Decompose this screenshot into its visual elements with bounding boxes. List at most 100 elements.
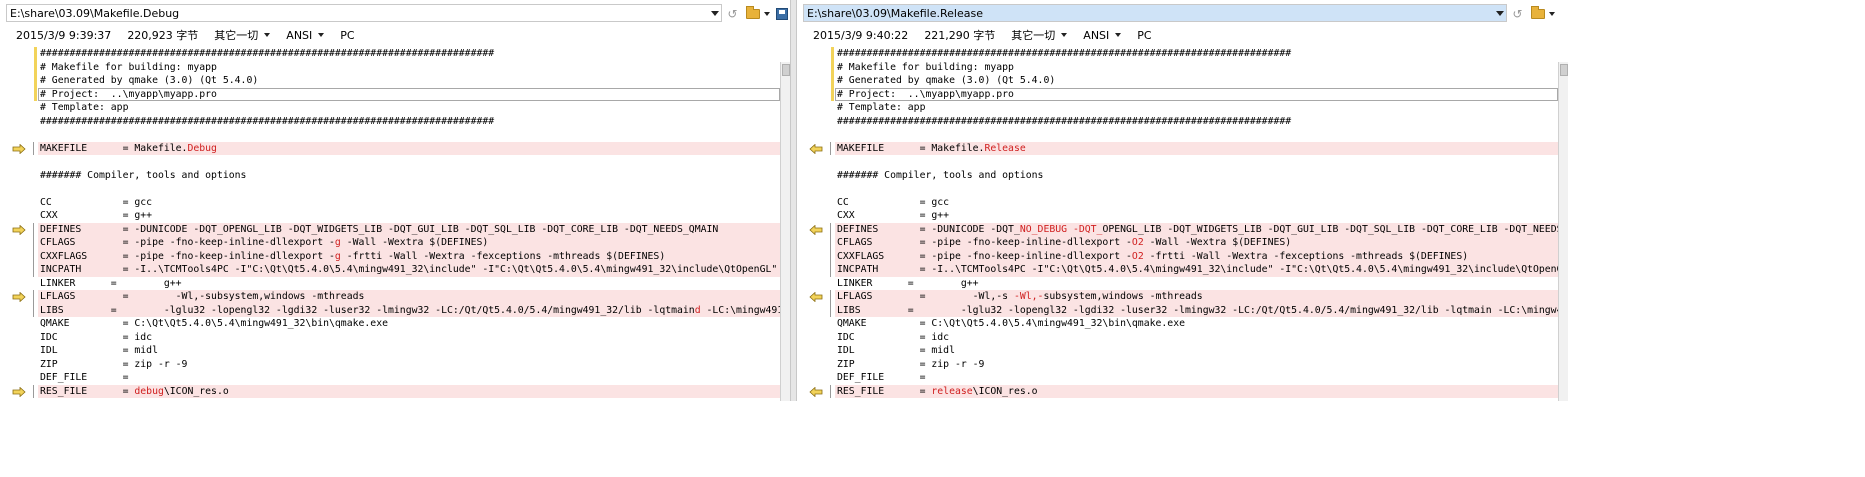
diff-arrow-icon[interactable] — [12, 143, 26, 154]
right-path-dropdown-icon[interactable] — [1496, 11, 1504, 16]
right-gutter — [797, 47, 835, 401]
diff-arrow-icon[interactable] — [809, 386, 823, 397]
code-text: RES_FILE = — [837, 385, 932, 397]
code-line: INCPATH = -I..\TCMTools4PC -I"C:\Qt\Qt5.… — [835, 263, 1558, 277]
code-text: # Project: ..\myapp\myapp.pro — [40, 88, 217, 100]
code-text: DEF_FILE = — [40, 372, 129, 383]
gutter-line — [0, 358, 38, 372]
diff-arrow-icon[interactable] — [809, 224, 823, 235]
code-line: LIBS = -lglu32 -lopengl32 -lgdi32 -luser… — [835, 303, 1558, 317]
code-text: IDL = midl — [837, 345, 955, 356]
left-encoding-dropdown[interactable]: ANSI — [286, 29, 325, 42]
diff-arrow-icon[interactable] — [809, 292, 823, 302]
left-toolbar: ↺ — [724, 6, 790, 22]
left-save-button[interactable] — [773, 6, 790, 22]
code-line: LINKER = g++ — [38, 277, 780, 291]
right-path-combobox[interactable]: E:\share\03.09\Makefile.Release — [803, 4, 1507, 22]
left-filter-dropdown[interactable]: 其它一切 — [214, 27, 271, 43]
gutter-line — [0, 47, 38, 61]
right-encoding-dropdown[interactable]: ANSI — [1083, 29, 1122, 42]
left-open-folder-button[interactable] — [744, 6, 761, 22]
code-text: QMAKE = C:\Qt\Qt5.4.0\5.4\mingw491_32\bi… — [837, 318, 1185, 329]
code-text: ########################################… — [40, 48, 495, 59]
gutter-line — [797, 141, 835, 155]
diff-arrow-icon[interactable] — [12, 386, 26, 397]
gutter-line — [797, 115, 835, 129]
code-text: RES_FILE = — [40, 385, 135, 397]
gutter-line — [797, 169, 835, 183]
diff-highlight: debug — [134, 385, 164, 397]
code-text: LIBS = -lglu32 -lopengl32 -lgdi32 -luser… — [40, 304, 695, 316]
left-scroll-thumb[interactable] — [782, 64, 790, 76]
code-text: CC = gcc — [40, 196, 153, 208]
pane-splitter[interactable] — [790, 0, 797, 401]
gutter-line — [797, 358, 835, 372]
code-line: MAKEFILE = Makefile.Release — [835, 141, 1558, 155]
code-line: ####### Compiler, tools and options — [835, 169, 1558, 183]
gutter-line — [797, 331, 835, 345]
gutter-line — [797, 128, 835, 142]
code-text-rest: -Wall -Wextra $(DEFINES) — [340, 237, 489, 248]
change-marker-bar — [34, 87, 37, 101]
right-toolbar: ↺ — [1509, 6, 1555, 22]
left-vertical-scrollbar[interactable] — [780, 62, 790, 401]
code-line: ZIP = zip -r -9 — [38, 358, 780, 372]
code-text: ZIP = zip -r -9 — [40, 358, 188, 370]
gutter-line — [797, 277, 835, 291]
left-lineend: PC — [340, 28, 355, 42]
gutter-line — [0, 303, 38, 317]
gutter-line — [797, 344, 835, 358]
code-text: # Makefile for building: myapp — [837, 61, 1014, 73]
gutter-line — [0, 384, 38, 398]
save-icon — [775, 8, 788, 20]
gutter-line — [797, 101, 835, 115]
gutter-line — [0, 128, 38, 142]
gutter-line — [0, 277, 38, 291]
left-path-dropdown-icon[interactable] — [711, 11, 719, 16]
gutter-line — [0, 344, 38, 358]
code-line: CFLAGS = -pipe -fno-keep-inline-dllexpor… — [38, 236, 780, 250]
gutter-line — [0, 101, 38, 115]
right-scroll-thumb[interactable] — [1560, 64, 1568, 76]
gutter-line — [0, 74, 38, 88]
code-line: # Template: app — [38, 101, 780, 115]
right-open-dropdown-icon[interactable] — [1549, 12, 1555, 16]
code-text: IDL = midl — [40, 345, 158, 356]
gutter-line — [0, 222, 38, 236]
code-text: CXXFLAGS = -pipe -fno-keep-inline-dllexp… — [40, 250, 335, 262]
code-text: CXX = g++ — [40, 210, 153, 221]
right-open-folder-button[interactable] — [1529, 6, 1546, 22]
code-line: INCPATH = -I..\TCMTools4PC -I"C:\Qt\Qt5.… — [38, 263, 780, 277]
right-vertical-scrollbar[interactable] — [1558, 62, 1568, 401]
code-text: DEFINES = -DUNICODE -DQT_ — [837, 223, 1020, 235]
code-line: CFLAGS = -pipe -fno-keep-inline-dllexpor… — [835, 236, 1558, 250]
code-text: CXXFLAGS = -pipe -fno-keep-inline-dllexp… — [837, 250, 1132, 262]
diff-highlight: -Wl,- — [1013, 291, 1044, 302]
code-line: # Generated by qmake (3.0) (Qt 5.4.0) — [38, 74, 780, 88]
left-content: ########################################… — [0, 47, 790, 401]
gutter-line — [797, 371, 835, 385]
code-line: QMAKE = C:\Qt\Qt5.4.0\5.4\mingw491_32\bi… — [38, 317, 780, 331]
left-code-view[interactable]: ########################################… — [38, 47, 780, 401]
left-path-combobox[interactable]: E:\share\03.09\Makefile.Debug — [6, 4, 722, 22]
left-undo-icon[interactable]: ↺ — [724, 6, 741, 22]
gutter-line — [0, 371, 38, 385]
code-text-rest: \ICON_res.o — [163, 385, 229, 397]
right-undo-icon[interactable]: ↺ — [1509, 6, 1526, 22]
code-text: CFLAGS = -pipe -fno-keep-inline-dllexpor… — [837, 237, 1132, 248]
diff-arrow-icon[interactable] — [12, 224, 26, 235]
code-line: CC = gcc — [835, 196, 1558, 210]
right-filter-dropdown[interactable]: 其它一切 — [1011, 27, 1068, 43]
code-line: ########################################… — [38, 47, 780, 61]
code-text: QMAKE = C:\Qt\Qt5.4.0\5.4\mingw491_32\bi… — [40, 318, 388, 329]
gutter-line — [797, 74, 835, 88]
code-text: INCPATH = -I..\TCMTools4PC -I"C:\Qt\Qt5.… — [837, 264, 1558, 275]
diff-arrow-icon[interactable] — [12, 292, 26, 302]
left-open-dropdown-icon[interactable] — [764, 12, 770, 16]
right-code-view[interactable]: ########################################… — [835, 47, 1558, 401]
diff-arrow-icon[interactable] — [809, 143, 823, 154]
code-text: IDC = idc — [40, 331, 153, 343]
gutter-line — [0, 236, 38, 250]
